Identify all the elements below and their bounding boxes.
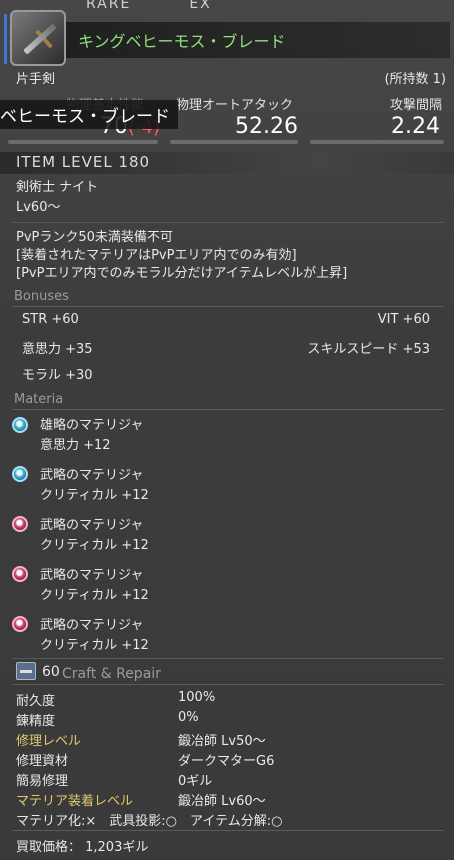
- bonus-skill-speed: スキルスピード +53: [307, 342, 430, 357]
- hover-name-overlay: ベヒーモス・ブレード: [0, 100, 178, 129]
- spiritbond-value: 0%: [178, 710, 199, 725]
- owned-count: (所持数 1): [384, 72, 446, 87]
- materia-effect: クリティカル +12: [40, 488, 149, 503]
- materia-effect: クリティカル +12: [40, 588, 149, 603]
- item-level: ITEM LEVEL 180: [16, 153, 151, 171]
- pvp-note-1: [装着されたマテリアはPvPエリア内でのみ有効]: [16, 248, 297, 263]
- sword-icon: [10, 10, 66, 66]
- bonus-vit: VIT +60: [377, 312, 430, 327]
- materia-effect: クリティカル +12: [40, 538, 149, 553]
- materia-orb-icon: [12, 616, 28, 632]
- materia-effect: 意思力 +12: [40, 438, 111, 453]
- materia-orb-icon: [12, 466, 28, 482]
- job-classes: 剣術士 ナイト: [16, 180, 99, 195]
- item-flags: マテリア化:× 武具投影:○ アイテム分解:○: [16, 814, 283, 829]
- bonuses-header: Bonuses: [14, 289, 69, 304]
- divider: [12, 409, 444, 410]
- materia-effect: クリティカル +12: [40, 638, 149, 653]
- materia-name: 武略のマテリジャ: [40, 468, 144, 483]
- quick-repair-value: 0ギル: [178, 774, 213, 789]
- bonus-morale: モラル +30: [22, 368, 93, 383]
- repair-level-label: 修理レベル: [16, 734, 82, 749]
- auto-attack-value: 52.26: [235, 114, 298, 139]
- item-tooltip: RAREEX キングベヒーモス・ブレード 片手剣 (所持数 1) 物理基本性能 …: [0, 0, 454, 860]
- auto-attack-label: 物理オートアタック: [176, 98, 294, 113]
- durability-label: 耐久度: [16, 694, 56, 709]
- pvp-note-2: [PvPエリア内でのみモラル分だけアイテムレベルが上昇]: [16, 266, 348, 281]
- item-tags: RARE EX: [86, 0, 270, 12]
- materia-name: 武略のマテリジャ: [40, 568, 144, 583]
- craft-level: 60: [42, 664, 60, 680]
- bonus-mind: 意思力 +35: [22, 342, 93, 357]
- item-category: 片手剣: [16, 72, 56, 87]
- delay-value: 2.24: [391, 114, 440, 139]
- materia-melding-label: マテリア装着レベル: [16, 794, 134, 809]
- materia-orb-icon: [12, 516, 28, 532]
- divider: [12, 222, 444, 223]
- phys-stat-underline: [8, 140, 158, 144]
- ex-tag: EX: [189, 0, 212, 12]
- auto-stat-underline: [170, 140, 298, 144]
- materia-header: Materia: [14, 392, 64, 407]
- divider: [12, 684, 444, 685]
- durability-value: 100%: [178, 690, 216, 705]
- repair-material-value: ダークマターG6: [178, 754, 275, 769]
- materia-name: 武略のマテリジャ: [40, 518, 144, 533]
- delay-stat-underline: [310, 140, 444, 144]
- delay-label: 攻撃間隔: [389, 98, 442, 113]
- pvp-restriction: PvPランク50未満装備不可: [16, 230, 173, 245]
- spiritbond-label: 錬精度: [16, 714, 56, 729]
- anvil-icon: [16, 662, 36, 680]
- quick-repair-label: 簡易修理: [16, 774, 69, 789]
- repair-material-label: 修理資材: [16, 754, 69, 769]
- selection-marker: [4, 14, 7, 64]
- materia-orb-icon: [12, 417, 28, 433]
- materia-name: 雄略のマテリジャ: [40, 418, 144, 433]
- materia-orb-icon: [12, 566, 28, 582]
- materia-melding-value: 鍛冶師 Lv60～: [178, 794, 266, 809]
- item-name: キングベヒーモス・ブレード: [78, 32, 286, 51]
- rarity-tag: RARE: [86, 0, 132, 12]
- sell-price: 買取価格： 1,203ギル: [16, 840, 149, 855]
- divider: [12, 658, 444, 659]
- repair-level-value: 鍛冶師 Lv50～: [178, 734, 266, 749]
- divider: [12, 306, 444, 307]
- divider: [12, 830, 444, 831]
- materia-name: 武略のマテリジャ: [40, 618, 144, 633]
- bonus-str: STR +60: [22, 312, 79, 327]
- level-requirement: Lv60～: [16, 200, 61, 215]
- craft-repair-header: Craft & Repair: [62, 666, 161, 682]
